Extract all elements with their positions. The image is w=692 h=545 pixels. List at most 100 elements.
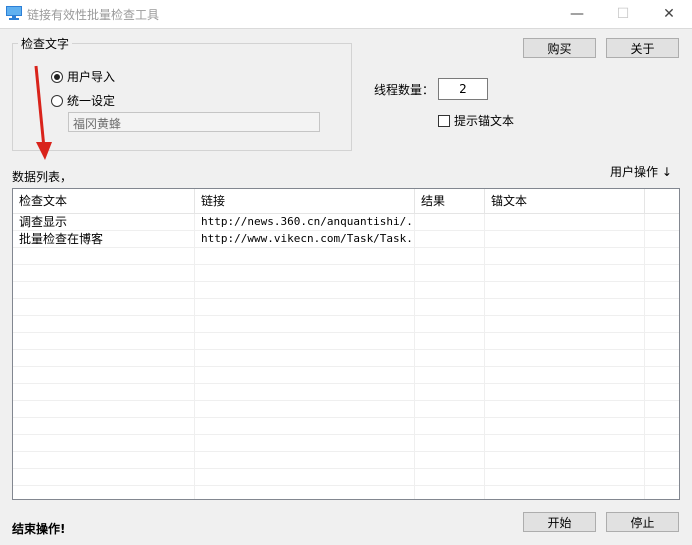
cell-result xyxy=(415,231,485,247)
empty-cell xyxy=(415,248,485,264)
empty-cell xyxy=(485,248,645,264)
empty-cell xyxy=(195,469,415,485)
empty-cell xyxy=(415,384,485,400)
empty-cell xyxy=(485,333,645,349)
empty-table-row xyxy=(13,418,679,435)
close-button[interactable]: ✕ xyxy=(646,0,692,28)
empty-cell xyxy=(13,469,195,485)
data-list-label: 数据列表， xyxy=(12,170,73,184)
cell-link: http://www.vikecn.com/Task/Task... xyxy=(195,231,415,247)
empty-cell xyxy=(645,367,679,383)
user-operation-menu[interactable]: 用户操作 ↓ xyxy=(610,163,672,180)
empty-cell xyxy=(195,265,415,281)
empty-cell xyxy=(195,299,415,315)
empty-cell xyxy=(195,333,415,349)
empty-cell xyxy=(645,248,679,264)
empty-cell xyxy=(13,265,195,281)
empty-cell xyxy=(645,350,679,366)
cell-link: http://news.360.cn/anquantishi/... xyxy=(195,214,415,230)
radio-user-import[interactable]: 用户导入 xyxy=(51,68,115,85)
empty-cell xyxy=(645,282,679,298)
empty-cell xyxy=(645,316,679,332)
cell-check-text: 批量检查在博客 xyxy=(13,231,195,247)
empty-cell xyxy=(415,316,485,332)
empty-cell xyxy=(485,418,645,434)
checkbox-box[interactable] xyxy=(438,114,450,127)
column-header-link[interactable]: 链接 xyxy=(195,189,415,213)
empty-cell xyxy=(645,299,679,315)
stop-button[interactable]: 停止 xyxy=(606,512,679,532)
empty-cell xyxy=(195,248,415,264)
cell-anchor-text xyxy=(485,214,645,230)
empty-cell xyxy=(485,435,645,451)
empty-cell xyxy=(485,452,645,468)
empty-cell xyxy=(13,333,195,349)
empty-cell xyxy=(645,435,679,451)
empty-cell xyxy=(645,452,679,468)
empty-table-row xyxy=(13,384,679,401)
empty-cell xyxy=(13,401,195,417)
empty-cell xyxy=(485,367,645,383)
empty-cell xyxy=(13,282,195,298)
empty-cell xyxy=(13,248,195,264)
empty-cell xyxy=(415,282,485,298)
empty-cell xyxy=(645,486,679,499)
empty-cell xyxy=(13,299,195,315)
column-header-result[interactable]: 结果 xyxy=(415,189,485,213)
anchor-hint-checkbox[interactable]: 提示锚文本 xyxy=(438,112,514,129)
empty-cell xyxy=(195,367,415,383)
unified-text-input: 福冈黄蜂 xyxy=(68,112,320,132)
column-header-check-text[interactable]: 检查文本 xyxy=(13,189,195,213)
empty-cell xyxy=(13,486,195,499)
start-button[interactable]: 开始 xyxy=(523,512,596,532)
end-operation-label: 结束操作! xyxy=(12,522,66,536)
table-header: 检查文本 链接 结果 锚文本 xyxy=(13,189,679,214)
empty-table-row xyxy=(13,350,679,367)
thread-count-input[interactable]: 2 xyxy=(438,78,488,100)
annotation-arrow-icon xyxy=(34,65,52,160)
empty-table-row xyxy=(13,452,679,469)
data-table[interactable]: 检查文本 链接 结果 锚文本 调查显示 http://news.360.cn/a… xyxy=(12,188,680,500)
column-header-empty xyxy=(645,189,679,213)
radio-user-import-label: 用户导入 xyxy=(67,70,116,84)
column-header-anchor-text[interactable]: 锚文本 xyxy=(485,189,645,213)
empty-cell xyxy=(13,384,195,400)
cell-empty xyxy=(645,214,679,230)
empty-cell xyxy=(195,486,415,499)
maximize-button[interactable]: ☐ xyxy=(600,0,646,28)
table-row[interactable]: 批量检查在博客 http://www.vikecn.com/Task/Task.… xyxy=(13,231,679,248)
empty-cell xyxy=(645,265,679,281)
cell-empty xyxy=(645,231,679,247)
table-row[interactable]: 调查显示 http://news.360.cn/anquantishi/... xyxy=(13,214,679,231)
empty-table-row xyxy=(13,248,679,265)
buy-button[interactable]: 购买 xyxy=(523,38,596,58)
anchor-hint-label: 提示锚文本 xyxy=(454,114,515,128)
minimize-button[interactable]: — xyxy=(554,0,600,28)
empty-table-row xyxy=(13,486,679,499)
about-button[interactable]: 关于 xyxy=(606,38,679,58)
empty-cell xyxy=(415,452,485,468)
empty-cell xyxy=(415,299,485,315)
empty-cell xyxy=(415,469,485,485)
empty-cell xyxy=(415,367,485,383)
empty-cell xyxy=(13,316,195,332)
empty-cell xyxy=(485,486,645,499)
empty-cell xyxy=(485,265,645,281)
cell-anchor-text xyxy=(485,231,645,247)
empty-cell xyxy=(485,282,645,298)
empty-table-row xyxy=(13,333,679,350)
empty-table-row xyxy=(13,282,679,299)
empty-table-row xyxy=(13,299,679,316)
empty-cell xyxy=(195,418,415,434)
empty-cell xyxy=(13,418,195,434)
radio-unified-set[interactable]: 统一设定 xyxy=(51,92,115,109)
empty-cell xyxy=(645,469,679,485)
minimize-icon: — xyxy=(570,6,584,22)
empty-cell xyxy=(485,316,645,332)
empty-cell xyxy=(645,384,679,400)
empty-cell xyxy=(645,401,679,417)
title-divider xyxy=(0,28,692,29)
empty-table-row xyxy=(13,469,679,486)
empty-cell xyxy=(415,486,485,499)
empty-table-row xyxy=(13,401,679,418)
